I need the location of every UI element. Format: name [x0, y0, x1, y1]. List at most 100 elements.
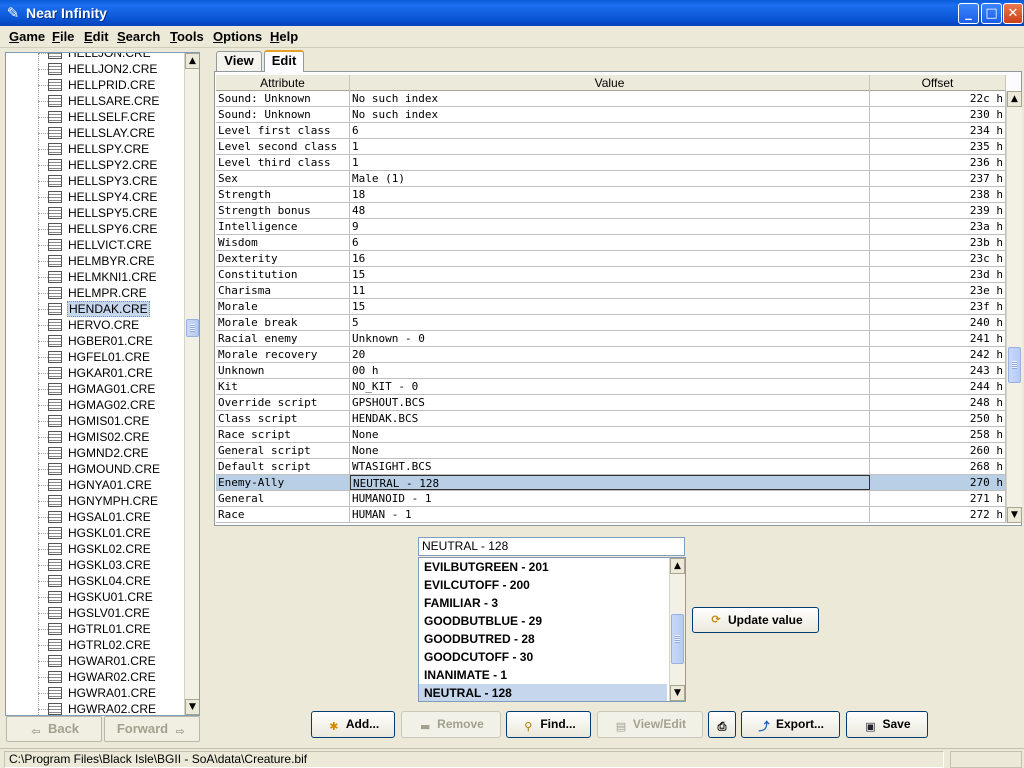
table-row[interactable]: Kit NO_KIT - 0 244 h: [216, 379, 1006, 395]
tree-item[interactable]: HELMBYR.CRE: [6, 253, 184, 269]
maximize-button[interactable]: □: [981, 3, 1002, 24]
table-row[interactable]: Strength bonus 48 239 h: [216, 203, 1006, 219]
scroll-down-arrow-icon[interactable]: ▼: [185, 699, 199, 715]
tree-item[interactable]: HGSKL03.CRE: [6, 557, 184, 573]
tree-item[interactable]: HELLSPY4.CRE: [6, 189, 184, 205]
tree-item[interactable]: HGWRA01.CRE: [6, 685, 184, 701]
splitter[interactable]: [203, 50, 211, 746]
tree-item[interactable]: HGSKL02.CRE: [6, 541, 184, 557]
table-row[interactable]: Charisma 11 23e h: [216, 283, 1006, 299]
cell-value[interactable]: 6: [350, 235, 870, 250]
cell-value[interactable]: 15: [350, 267, 870, 282]
tree-item[interactable]: HGMAG01.CRE: [6, 381, 184, 397]
cell-value[interactable]: WTASIGHT.BCS: [350, 459, 870, 474]
tree-item[interactable]: HGNYA01.CRE: [6, 477, 184, 493]
save-button[interactable]: ▣ Save: [846, 711, 928, 738]
table-row[interactable]: Wisdom 6 23b h: [216, 235, 1006, 251]
tree-item[interactable]: HGSKL01.CRE: [6, 525, 184, 541]
minimize-button[interactable]: _: [958, 3, 979, 24]
cell-attribute[interactable]: Race script: [216, 427, 350, 442]
cell-attribute[interactable]: Morale break: [216, 315, 350, 330]
option-item[interactable]: INANIMATE - 1: [419, 666, 667, 684]
tree-item[interactable]: HGSAL01.CRE: [6, 509, 184, 525]
table-row[interactable]: Race HUMAN - 1 272 h: [216, 507, 1006, 523]
cell-offset[interactable]: 250 h: [870, 411, 1006, 426]
value-options-list[interactable]: EVILBUTGREEN - 201 EVILCUTOFF - 200 FAMILI…: [418, 557, 686, 702]
cell-attribute[interactable]: Sound: Unknown: [216, 91, 350, 106]
tree-item[interactable]: HELMPR.CRE: [6, 285, 184, 301]
cell-attribute[interactable]: Unknown: [216, 363, 350, 378]
tree-item[interactable]: HGBER01.CRE: [6, 333, 184, 349]
cell-offset[interactable]: 238 h: [870, 187, 1006, 202]
value-input[interactable]: NEUTRAL - 128: [418, 537, 685, 556]
tree-item[interactable]: HERVO.CRE: [6, 317, 184, 333]
cell-offset[interactable]: 270 h: [870, 475, 1006, 490]
scroll-down-arrow-icon[interactable]: ▼: [670, 685, 685, 701]
option-item[interactable]: GOODCUTOFF - 30: [419, 648, 667, 666]
cell-value[interactable]: None: [350, 443, 870, 458]
cell-attribute[interactable]: Strength bonus: [216, 203, 350, 218]
cell-offset[interactable]: 237 h: [870, 171, 1006, 186]
table-row[interactable]: Race script None 258 h: [216, 427, 1006, 443]
table-row[interactable]: Level second class 1 235 h: [216, 139, 1006, 155]
cell-attribute[interactable]: Enemy-Ally: [216, 475, 350, 490]
tree-item[interactable]: HGSLV01.CRE: [6, 605, 184, 621]
option-item[interactable]: GOODBUTRED - 28: [419, 630, 667, 648]
cell-attribute[interactable]: Class script: [216, 411, 350, 426]
cell-attribute[interactable]: Constitution: [216, 267, 350, 282]
cell-value[interactable]: NO_KIT - 0: [350, 379, 870, 394]
cell-attribute[interactable]: Sound: Unknown: [216, 107, 350, 122]
tree-item[interactable]: HELLSPY5.CRE: [6, 205, 184, 221]
cell-value[interactable]: None: [350, 427, 870, 442]
cell-offset[interactable]: 243 h: [870, 363, 1006, 378]
cell-value[interactable]: 11: [350, 283, 870, 298]
find-button[interactable]: ⚲ Find...: [506, 711, 591, 738]
tree-item[interactable]: HELLSELF.CRE: [6, 109, 184, 125]
table-row[interactable]: Default script WTASIGHT.BCS 268 h: [216, 459, 1006, 475]
cell-offset[interactable]: 244 h: [870, 379, 1006, 394]
option-item[interactable]: EVILBUTGREEN - 201: [419, 558, 667, 576]
cell-offset[interactable]: 268 h: [870, 459, 1006, 474]
update-value-button[interactable]: ⟳ Update value: [692, 607, 819, 633]
table-row[interactable]: Constitution 15 23d h: [216, 267, 1006, 283]
cell-attribute[interactable]: Morale: [216, 299, 350, 314]
cell-offset[interactable]: 235 h: [870, 139, 1006, 154]
tree-item[interactable]: HGNYMPH.CRE: [6, 493, 184, 509]
remove-button[interactable]: ▬ Remove: [401, 711, 501, 738]
table-row[interactable]: General script None 260 h: [216, 443, 1006, 459]
cell-value[interactable]: HUMAN - 1: [350, 507, 870, 522]
cell-offset[interactable]: 242 h: [870, 347, 1006, 362]
tree-item[interactable]: HELLSLAY.CRE: [6, 125, 184, 141]
add-button[interactable]: ✱ Add...: [311, 711, 395, 738]
table-row[interactable]: Level first class 6 234 h: [216, 123, 1006, 139]
tree-item[interactable]: HGWRA02.CRE: [6, 701, 184, 715]
option-item[interactable]: GOODBUTBLUE - 29: [419, 612, 667, 630]
cell-offset[interactable]: 241 h: [870, 331, 1006, 346]
cell-attribute[interactable]: Level second class: [216, 139, 350, 154]
menu-game[interactable]: Game: [9, 29, 45, 44]
tree-item[interactable]: HENDAK.CRE: [6, 301, 184, 317]
back-button[interactable]: ⇦ Back: [6, 716, 102, 742]
menu-edit[interactable]: Edit: [84, 29, 109, 44]
table-row[interactable]: Class script HENDAK.BCS 250 h: [216, 411, 1006, 427]
cell-offset[interactable]: 23f h: [870, 299, 1006, 314]
tree-item[interactable]: HELLPRID.CRE: [6, 77, 184, 93]
option-item[interactable]: NEUTRAL - 128: [419, 684, 667, 701]
cell-attribute[interactable]: Override script: [216, 395, 350, 410]
cell-value[interactable]: 9: [350, 219, 870, 234]
cell-offset[interactable]: 234 h: [870, 123, 1006, 138]
option-item[interactable]: FAMILIAR - 3: [419, 594, 667, 612]
cell-attribute[interactable]: Dexterity: [216, 251, 350, 266]
table-row[interactable]: Unknown 00 h 243 h: [216, 363, 1006, 379]
tree-scrollbar[interactable]: ▲ ▼: [184, 53, 199, 715]
table-row[interactable]: Enemy-Ally NEUTRAL - 128 270 h: [216, 475, 1006, 491]
cell-attribute[interactable]: General: [216, 491, 350, 506]
cell-offset[interactable]: 258 h: [870, 427, 1006, 442]
tree-item[interactable]: HGKAR01.CRE: [6, 365, 184, 381]
cell-value[interactable]: 16: [350, 251, 870, 266]
table-row[interactable]: Dexterity 16 23c h: [216, 251, 1006, 267]
scroll-down-arrow-icon[interactable]: ▼: [1007, 507, 1022, 523]
cell-value[interactable]: 15: [350, 299, 870, 314]
view-edit-button[interactable]: ▤ View/Edit: [597, 711, 703, 738]
cell-offset[interactable]: 23b h: [870, 235, 1006, 250]
